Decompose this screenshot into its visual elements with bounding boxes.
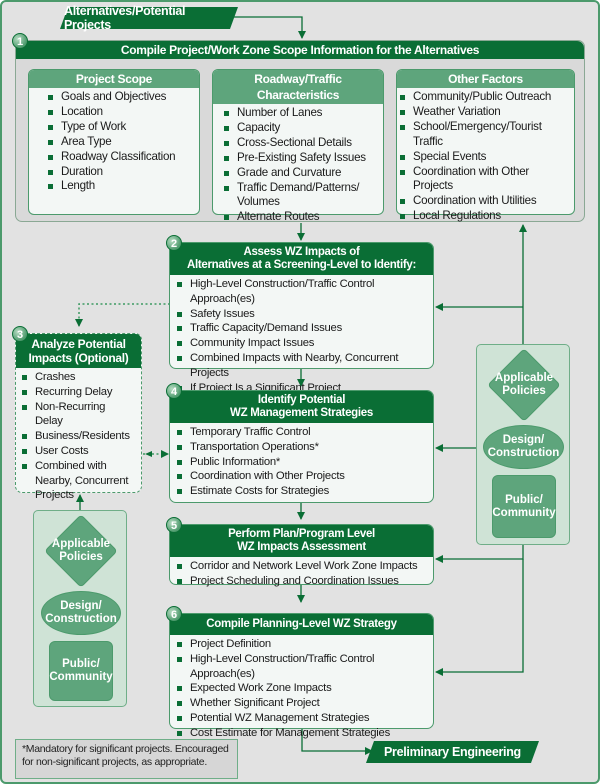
left-policy-panel: Applicable Policies Design/ Construction… xyxy=(33,510,127,707)
step4-title-line2: WZ Management Strategies xyxy=(230,407,373,419)
list-item: Potential WZ Management Strategies xyxy=(176,711,427,726)
list-item: Goals and Objectives xyxy=(47,90,193,105)
design-construction-ellipse: Design/ Construction xyxy=(41,591,121,635)
end-label: Preliminary Engineering xyxy=(384,745,521,759)
step2-box: 2 Assess WZ Impacts of Alternatives at a… xyxy=(166,235,434,394)
design-construction-ellipse: Design/ Construction xyxy=(483,425,564,469)
step3-number-badge: 3 xyxy=(12,326,28,342)
list-item: Combined with Nearby, Concurrent Project… xyxy=(21,459,135,503)
group-title: Other Factors xyxy=(397,70,574,88)
step3-title-line2: Impacts (Optional) xyxy=(28,351,129,365)
list-item: Length xyxy=(47,179,193,194)
list-item: Coordination with Other Projects xyxy=(176,469,427,484)
step4-box: 4 Identify Potential WZ Management Strat… xyxy=(166,383,434,503)
list-item: Weather Variation xyxy=(399,105,568,120)
step2-title: Assess WZ Impacts of Alternatives at a S… xyxy=(170,243,433,275)
group-title: Project Scope xyxy=(29,70,199,88)
public-community-box: Public/ Community xyxy=(49,641,113,701)
step6-box: 6 Compile Planning-Level WZ Strategy Pro… xyxy=(166,606,434,739)
list-item: Location xyxy=(47,105,193,120)
list-item: Community Impact Issues xyxy=(176,336,427,351)
list-item: Business/Residents xyxy=(21,429,135,444)
right-policy-panel: Applicable Policies Design/ Construction… xyxy=(476,344,570,545)
step4-title: Identify Potential WZ Management Strateg… xyxy=(170,391,433,423)
step5-title: Perform Plan/Program Level WZ Impacts As… xyxy=(170,525,433,557)
group-other-factors: Other Factors Community/Public Outreach … xyxy=(396,69,575,222)
list-item: Local Regulations xyxy=(399,209,568,224)
list-item: Recurring Delay xyxy=(21,385,135,400)
list-item: Special Events xyxy=(399,150,568,165)
list-item: Crashes xyxy=(21,370,135,385)
list-item: Number of Lanes xyxy=(223,106,377,121)
list-item: Corridor and Network Level Work Zone Imp… xyxy=(176,559,427,574)
list-item: School/Emergency/Tourist Traffic xyxy=(399,120,568,150)
list-item: Public Information* xyxy=(176,455,427,470)
list-item: Alternate Routes xyxy=(223,210,377,225)
step1-number-badge: 1 xyxy=(12,33,28,49)
list-item: Community/Public Outreach xyxy=(399,90,568,105)
step2-title-line2: Alternatives at a Screening-Level to Ide… xyxy=(186,259,417,271)
applicable-policies-label: Applicable Policies xyxy=(494,372,554,397)
list-item: Transportation Operations* xyxy=(176,440,427,455)
step2-number-badge: 2 xyxy=(166,235,182,251)
start-label: Alternatives/Potential Projects xyxy=(64,4,186,32)
list-item: Coordination with Utilities xyxy=(399,194,568,209)
list-item: Project Definition xyxy=(176,637,427,652)
list-item: User Costs xyxy=(21,444,135,459)
list-item: Non-Recurring Delay xyxy=(21,400,135,430)
end-terminal: Preliminary Engineering xyxy=(365,741,540,763)
list-item: High-Level Construction/Traffic Control … xyxy=(176,652,427,682)
list-item: Area Type xyxy=(47,135,193,150)
public-community-box: Public/ Community xyxy=(492,475,556,538)
start-terminal: Alternatives/Potential Projects xyxy=(59,4,239,32)
list-item: Temporary Traffic Control xyxy=(176,425,427,440)
group-project-scope: Project Scope Goals and Objectives Locat… xyxy=(28,69,200,215)
step5-number-badge: 5 xyxy=(166,517,182,533)
step3-title-line1: Analyze Potential xyxy=(31,337,126,351)
list-item: Capacity xyxy=(223,121,377,136)
list-item: Cross-Sectional Details xyxy=(223,136,377,151)
list-item: Estimate Costs for Strategies xyxy=(176,484,427,499)
step2-title-line1: Assess WZ Impacts of xyxy=(243,246,360,258)
list-item: Whether Significant Project xyxy=(176,696,427,711)
list-item: Roadway Classification xyxy=(47,150,193,165)
list-item: Grade and Curvature xyxy=(223,166,377,181)
step3-title: Analyze Potential Impacts (Optional) xyxy=(16,334,141,368)
list-item: Coordination with Other Projects xyxy=(399,165,568,195)
footnote: *Mandatory for significant projects. Enc… xyxy=(15,739,238,779)
applicable-policies-diamond: Applicable Policies xyxy=(44,514,118,588)
applicable-policies-label: Applicable Policies xyxy=(51,538,111,563)
group-title: Roadway/Traffic Characteristics xyxy=(213,70,383,104)
step5-box: 5 Perform Plan/Program Level WZ Impacts … xyxy=(166,517,434,587)
step1-box: 1 Compile Project/Work Zone Scope Inform… xyxy=(12,33,585,223)
step1-title: Compile Project/Work Zone Scope Informat… xyxy=(16,41,584,59)
list-item: Project Scheduling and Coordination Issu… xyxy=(176,574,427,589)
list-item: Traffic Capacity/Demand Issues xyxy=(176,321,427,336)
list-item: Pre-Existing Safety Issues xyxy=(223,151,377,166)
step5-title-line1: Perform Plan/Program Level xyxy=(228,528,375,540)
step4-title-line1: Identify Potential xyxy=(257,394,346,406)
list-item: Safety Issues xyxy=(176,307,427,322)
step5-title-line2: WZ Impacts Assessment xyxy=(237,541,366,553)
applicable-policies-diamond: Applicable Policies xyxy=(487,348,561,422)
list-item: Duration xyxy=(47,165,193,180)
step6-title: Compile Planning-Level WZ Strategy xyxy=(170,614,433,635)
step4-number-badge: 4 xyxy=(166,383,182,399)
step6-number-badge: 6 xyxy=(166,606,182,622)
list-item: Type of Work xyxy=(47,120,193,135)
list-item: Combined Impacts with Nearby, Concurrent… xyxy=(176,351,427,381)
list-item: High-Level Construction/Traffic Control … xyxy=(176,277,427,307)
step3-box: 3 Analyze Potential Impacts (Optional) C… xyxy=(12,326,142,501)
group-roadway-traffic: Roadway/Traffic Characteristics Number o… xyxy=(212,69,384,223)
list-item: Expected Work Zone Impacts xyxy=(176,681,427,696)
list-item: Traffic Demand/Patterns/ Volumes xyxy=(223,181,377,211)
